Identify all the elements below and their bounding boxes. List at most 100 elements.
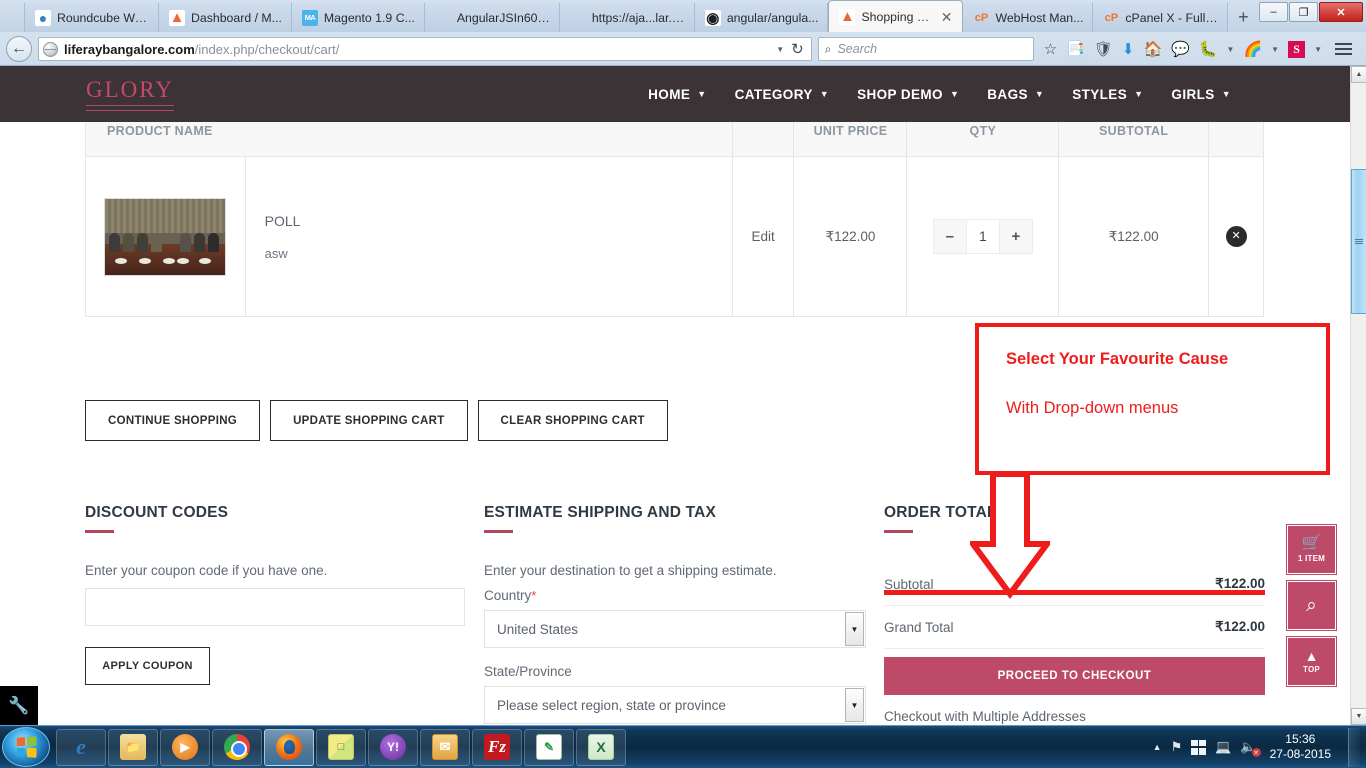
section-title-estimate-shipping: ESTIMATE SHIPPING AND TAX — [484, 504, 717, 521]
apply-coupon-button[interactable]: APPLY COUPON — [85, 647, 210, 685]
close-window-button[interactable]: ✕ — [1319, 2, 1363, 22]
continue-shopping-button[interactable]: CONTINUE SHOPPING — [85, 400, 261, 441]
chevron-down-icon: ▼ — [819, 89, 830, 99]
title-underline — [884, 530, 913, 533]
nav-item-girls[interactable]: GIRLS ▼ — [1157, 87, 1245, 102]
browser-tab[interactable]: MA Magento 1.9 C... — [291, 3, 425, 32]
state-select[interactable]: Please select region, state or province … — [484, 686, 866, 724]
s-extension-icon[interactable]: S — [1288, 40, 1306, 58]
quantity-value[interactable]: 1 — [965, 220, 1000, 253]
nav-label: CATEGORY — [734, 86, 813, 102]
browser-tab[interactable]: https://aja...lar.min.js — [559, 3, 695, 32]
page-scrollbar[interactable]: ▲ ▼ — [1350, 66, 1366, 725]
nav-item-styles[interactable]: STYLES ▼ — [1058, 87, 1157, 102]
browser-tab[interactable]: AngularJSIn60Minu... — [424, 3, 560, 32]
proceed-to-checkout-button[interactable]: PROCEED TO CHECKOUT — [884, 657, 1265, 695]
browser-tab[interactable]: cP cPanel X - Full ... — [1093, 3, 1229, 32]
decrease-quantity-button[interactable]: – — [934, 220, 966, 253]
checkout-multiple-addresses-link[interactable]: Checkout with Multiple Addresses — [884, 709, 1265, 724]
reload-icon[interactable]: ↻ — [791, 42, 804, 57]
browser-tab[interactable]: ● Roundcube We... — [24, 3, 159, 32]
nav-item-home[interactable]: HOME ▼ — [634, 87, 720, 102]
country-select[interactable]: United States ▼ — [484, 610, 866, 648]
edit-item-link[interactable]: Edit — [752, 229, 775, 244]
address-bar[interactable]: liferaybangalore.com/index.php/checkout/… — [38, 37, 812, 61]
site-logo[interactable]: GLORY — [86, 77, 174, 111]
start-button[interactable] — [2, 727, 50, 767]
taskbar-filezilla[interactable]: Fz — [472, 728, 522, 766]
scrollbar-thumb[interactable] — [1351, 169, 1366, 314]
nav-item-shop-demo[interactable]: SHOP DEMO ▼ — [843, 87, 973, 102]
reading-list-icon[interactable]: 📑 — [1066, 42, 1085, 57]
show-desktop-button[interactable] — [1348, 727, 1360, 767]
chevron-down-icon[interactable]: ▼ — [1271, 45, 1279, 54]
search-icon: ⌕ — [824, 42, 832, 56]
taskbar-windows-explorer[interactable]: 📁 — [108, 728, 158, 766]
coupon-code-input[interactable] — [85, 588, 465, 626]
scroll-up-arrow[interactable]: ▲ — [1351, 66, 1366, 83]
order-total-row-grand-total: Grand Total ₹122.00 — [884, 606, 1265, 649]
home-icon[interactable]: 🏠 — [1143, 42, 1162, 57]
browser-tab[interactable]: ◉ angular/angula... — [694, 3, 829, 32]
url-path: /index.php/checkout/cart/ — [194, 41, 340, 57]
quantity-stepper[interactable]: – 1 + — [932, 219, 1033, 254]
browser-tab-active[interactable]: ▲ Shopping C... ✕ — [828, 0, 964, 32]
chat-icon[interactable]: 💬 — [1171, 42, 1190, 57]
browser-tab[interactable]: cP WebHost Man... — [963, 3, 1094, 32]
devtools-wrench-icon[interactable]: 🔧 — [0, 686, 38, 725]
taskbar-microsoft-excel[interactable]: X — [576, 728, 626, 766]
search-toggle-button[interactable]: ⌕ — [1286, 580, 1337, 631]
taskbar-notepad-plus-plus[interactable]: ✎ — [524, 728, 574, 766]
clock[interactable]: 15:36 27-08-2015 — [1266, 732, 1339, 762]
nav-label: BAGS — [987, 86, 1028, 102]
bookmark-star-icon[interactable]: ☆ — [1044, 42, 1057, 57]
close-tab-icon[interactable]: ✕ — [940, 10, 954, 24]
increase-quantity-button[interactable]: + — [1000, 220, 1032, 253]
taskbar-google-chrome[interactable] — [212, 728, 262, 766]
taskbar-yahoo-messenger[interactable]: Y! — [368, 728, 418, 766]
shield-icon[interactable]: 🛡 — [1094, 42, 1113, 57]
mini-cart-button[interactable]: 🛒 1 ITEM — [1286, 524, 1337, 575]
windows-tray-icon[interactable] — [1191, 739, 1207, 755]
minimize-button[interactable]: – — [1259, 2, 1288, 22]
taskbar-microsoft-outlook[interactable]: ✉ — [420, 728, 470, 766]
scroll-to-top-button[interactable]: ▲ TOP — [1286, 636, 1337, 687]
action-center-flag-icon[interactable]: ⚑ — [1171, 739, 1183, 755]
remove-item-button[interactable]: ✕ — [1225, 226, 1247, 247]
scroll-down-arrow[interactable]: ▼ — [1351, 708, 1366, 725]
shipping-help-text: Enter your destination to get a shipping… — [484, 563, 777, 578]
taskbar-internet-explorer[interactable]: e — [56, 728, 106, 766]
download-icon[interactable]: ⬇ — [1122, 42, 1135, 57]
nav-item-bags[interactable]: BAGS ▼ — [973, 87, 1058, 102]
section-title-order-total: ORDER TOTAL — [884, 504, 997, 521]
bug-icon[interactable]: 🐛 — [1199, 42, 1218, 57]
restore-button[interactable]: ❐ — [1289, 2, 1318, 22]
nav-item-category[interactable]: CATEGORY ▼ — [721, 87, 844, 102]
tab-label: https://aja...lar.min.js — [591, 10, 685, 25]
browser-tab[interactable]: ▲ Dashboard / M... — [159, 3, 292, 32]
network-icon[interactable]: 💻 — [1215, 739, 1231, 755]
navigation-toolbar: ← liferaybangalore.com/index.php/checkou… — [0, 32, 1366, 66]
show-hidden-icons-icon[interactable]: ▲ — [1153, 742, 1162, 752]
chevron-down-icon[interactable]: ▼ — [845, 612, 864, 646]
menu-icon[interactable] — [1331, 43, 1356, 55]
search-input[interactable]: ⌕ Search — [817, 37, 1034, 61]
tab-label: cPanel X - Full ... — [1125, 10, 1219, 25]
chevron-down-icon[interactable]: ▼ — [1227, 45, 1235, 54]
volume-muted-icon[interactable]: 🔈 — [1240, 739, 1261, 757]
nav-label: GIRLS — [1171, 86, 1215, 102]
chevron-down-icon[interactable]: ▼ — [1314, 45, 1322, 54]
chevron-down-icon[interactable]: ▼ — [776, 45, 784, 54]
annotation-underline — [884, 590, 1265, 595]
rainbow-icon[interactable]: 🌈 — [1243, 42, 1262, 57]
taskbar-sticky-notes[interactable]: □ — [316, 728, 366, 766]
taskbar-mozilla-firefox[interactable] — [264, 728, 314, 766]
back-button[interactable]: ← — [6, 36, 32, 62]
new-tab-button[interactable]: + — [1228, 3, 1258, 32]
taskbar-windows-media-player[interactable]: ▶ — [160, 728, 210, 766]
update-shopping-cart-button[interactable]: UPDATE SHOPPING CART — [270, 400, 468, 441]
chevron-down-icon[interactable]: ▼ — [845, 688, 864, 722]
shopping-cart-table: PRODUCT NAME UNIT PRICE QTY SUBTOTAL POL… — [85, 104, 1264, 317]
magento-icon: ▲ — [169, 9, 185, 26]
clear-shopping-cart-button[interactable]: CLEAR SHOPPING CART — [477, 400, 668, 441]
